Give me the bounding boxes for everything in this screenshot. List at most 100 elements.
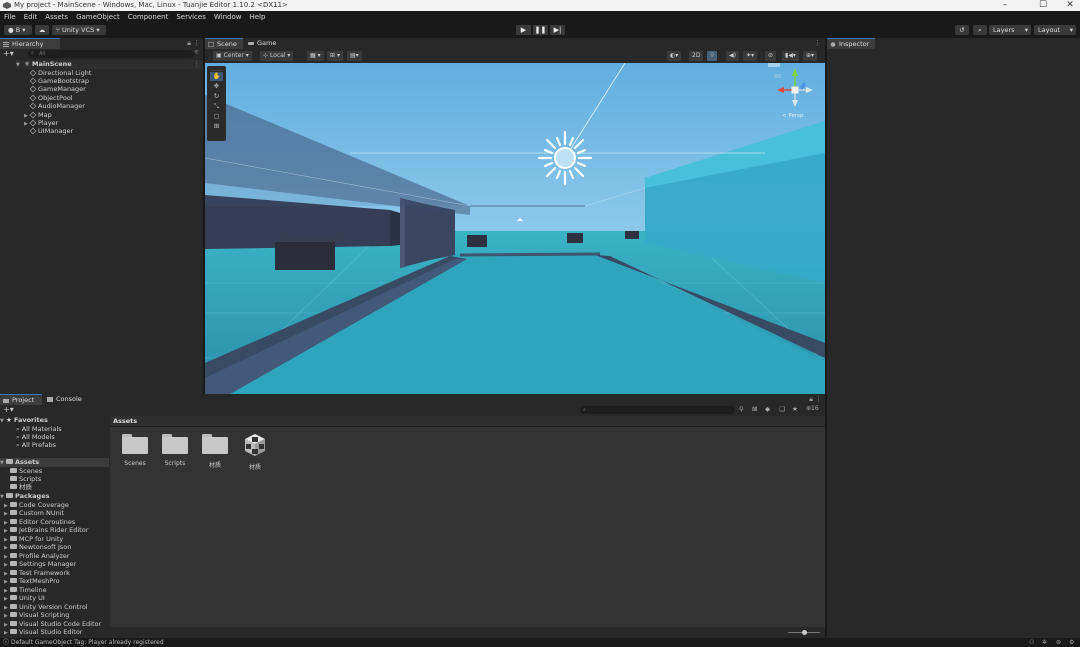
search-icon[interactable]: ⌕ [973,25,987,35]
audio-toggle-button[interactable]: ◀) [726,51,739,61]
assets-folder-item[interactable]: Scenes [0,467,109,476]
maximize-button[interactable]: ☐ [1028,0,1058,11]
draw-mode-button[interactable]: ◐▾ [667,51,682,61]
more-options-icon[interactable]: ⋮ [815,395,822,403]
hierarchy-item[interactable]: ▶ Map [24,111,52,120]
bug-icon[interactable]: ✲ [1042,638,1047,647]
cloud-icon[interactable]: ☁ [35,25,49,35]
zoom-slider-thumb[interactable] [802,630,807,635]
more-options-icon[interactable]: ⋮ [193,39,200,47]
vcs-button[interactable]: ⑂ Unity VCS ▾ [52,25,106,35]
toggle-2d-button[interactable]: 2D [689,51,704,61]
layout-dropdown[interactable]: Layout ▾ [1034,25,1076,35]
menu-edit[interactable]: Edit [24,13,38,21]
menu-services[interactable]: Services [176,13,206,21]
tab-inspector[interactable]: Inspector [827,38,875,49]
package-item[interactable]: ▶ Test Framework [0,569,109,578]
packages-root[interactable]: ▼ Packages [0,492,109,501]
lighting-toggle-button[interactable]: 💡︎ [707,51,718,61]
close-button[interactable]: ✕ [1055,0,1080,11]
package-item[interactable]: ▶ Visual Studio Code Editor [0,620,109,629]
tab-game[interactable]: Game [245,38,281,49]
step-button[interactable]: ▶| [550,25,565,35]
tab-console[interactable]: Console [44,394,86,405]
pivot-center-dropdown[interactable]: ▣ Center ▾ [213,51,252,61]
space-local-dropdown[interactable]: ⊹ Local ▾ [260,51,294,61]
package-item[interactable]: ▶ Visual Scripting [0,611,109,620]
tag-icon[interactable]: ◆ [765,405,770,413]
assets-folder-item[interactable]: Scripts [0,475,109,484]
asset-folder-materials[interactable]: 材质 [195,434,235,469]
account-button[interactable]: ● B ▾ [4,25,32,35]
snap-increment-button[interactable]: ⊞ ▾ [327,51,343,61]
tab-project[interactable]: Project [0,394,42,405]
pause-button[interactable]: ❚❚ [533,25,548,35]
tab-scene[interactable]: Scene [205,38,243,49]
project-search-input[interactable]: ⌕ [580,406,735,414]
settings-icon[interactable]: ⚙ [1069,638,1074,647]
package-item[interactable]: ▶ Profile Analyzer [0,552,109,561]
lock-icon[interactable]: 🔒︎ [187,39,191,48]
ruler-button[interactable]: ▤▾ [347,51,362,61]
package-item[interactable]: ▶ JetBrains Rider Editor [0,526,109,535]
package-icon[interactable]: ❏ [779,405,785,413]
menu-component[interactable]: Component [128,13,169,21]
menu-help[interactable]: Help [249,13,265,21]
grid-snap-button[interactable]: ▦ ▾ [307,51,324,61]
perspective-label[interactable]: < Persp [782,113,803,119]
menu-file[interactable]: File [4,13,16,21]
package-item[interactable]: ▶ Settings Manager [0,560,109,569]
star-icon[interactable]: ★ [792,405,798,413]
search-by-label-icon[interactable]: ⊠ [752,405,757,413]
minimize-button[interactable]: – [990,0,1020,11]
menu-gameobject[interactable]: GameObject [76,13,120,21]
menu-assets[interactable]: Assets [45,13,68,21]
package-item[interactable]: ▶ Editor Coroutines [0,518,109,527]
scene-visibility-icon[interactable]: ⚟ [194,49,199,56]
hierarchy-item[interactable]: UIManager [24,127,73,136]
transform-tool-icon[interactable]: ⊞ [210,122,223,131]
assets-root[interactable]: ▼ Assets [0,458,109,467]
rotate-tool-icon[interactable]: ↻ [210,92,223,101]
breadcrumb-assets[interactable]: Assets [113,417,137,425]
status-message[interactable]: Default GameObject Tag: Player already r… [11,638,164,647]
scene-viewport[interactable]: < Persp ✋ ✥ ↻ ⤡ ▢ ⊞ [205,63,825,394]
directional-light-gizmo[interactable] [537,130,593,186]
hierarchy-item[interactable]: AudioManager [24,102,85,111]
asset-folder-scenes[interactable]: Scenes [115,434,155,467]
more-options-icon[interactable]: ⋮ [194,60,201,69]
package-item[interactable]: ▶ Code Coverage [0,501,109,510]
history-icon[interactable]: ↺ [955,25,969,35]
assets-folder-item[interactable]: 材质 [0,483,109,492]
hierarchy-item[interactable]: ▶ Player [24,119,58,128]
move-tool-icon[interactable]: ✥ [210,82,223,91]
asset-folder-scripts[interactable]: Scripts [155,434,195,467]
camera-dropdown[interactable]: ▮◀▾ [782,51,799,61]
hand-tool-icon[interactable]: ✋ [210,72,223,81]
rect-tool-icon[interactable]: ▢ [210,112,223,121]
hierarchy-item[interactable]: GameBootstrap [24,77,89,86]
effects-dropdown[interactable]: ✦▾ [743,51,758,61]
package-item[interactable]: ▶ Unity UI [0,594,109,603]
hierarchy-item[interactable]: Directional Light [24,69,91,78]
hidden-objects-button[interactable]: ⊘ [765,51,777,61]
package-item[interactable]: ▶ Visual Studio Editor [0,628,109,637]
favorite-item[interactable]: ⌕ All Models [0,433,109,442]
package-item[interactable]: ▶ Custom NUnit [0,509,109,518]
favorite-item[interactable]: ⌕ All Prefabs [0,441,109,450]
package-item[interactable]: ▶ Unity Version Control [0,603,109,612]
hierarchy-item[interactable]: ObjectPool [24,94,73,103]
hierarchy-search-input[interactable]: ⌕ All [28,50,194,58]
scene-root[interactable]: ▼ ⚜ MainScene ⋮ [16,60,203,69]
menu-window[interactable]: Window [214,13,242,21]
package-item[interactable]: ▶ Timeline [0,586,109,595]
gizmos-dropdown[interactable]: ⊕▾ [803,51,818,61]
favorites-header[interactable]: ▼ ★ Favorites [0,416,109,425]
package-item[interactable]: ▶ Newtonsoft Json [0,543,109,552]
hidden-packages-count[interactable]: ⊛16 [806,405,819,412]
tab-hierarchy[interactable]: Hierarchy [0,38,60,49]
layers-dropdown[interactable]: Layers ▾ [989,25,1031,35]
asset-materials-package[interactable]: 材质 [235,432,275,471]
create-asset-icon[interactable]: +▾ [3,406,14,414]
network-icon[interactable]: ⚇ [1029,638,1034,647]
